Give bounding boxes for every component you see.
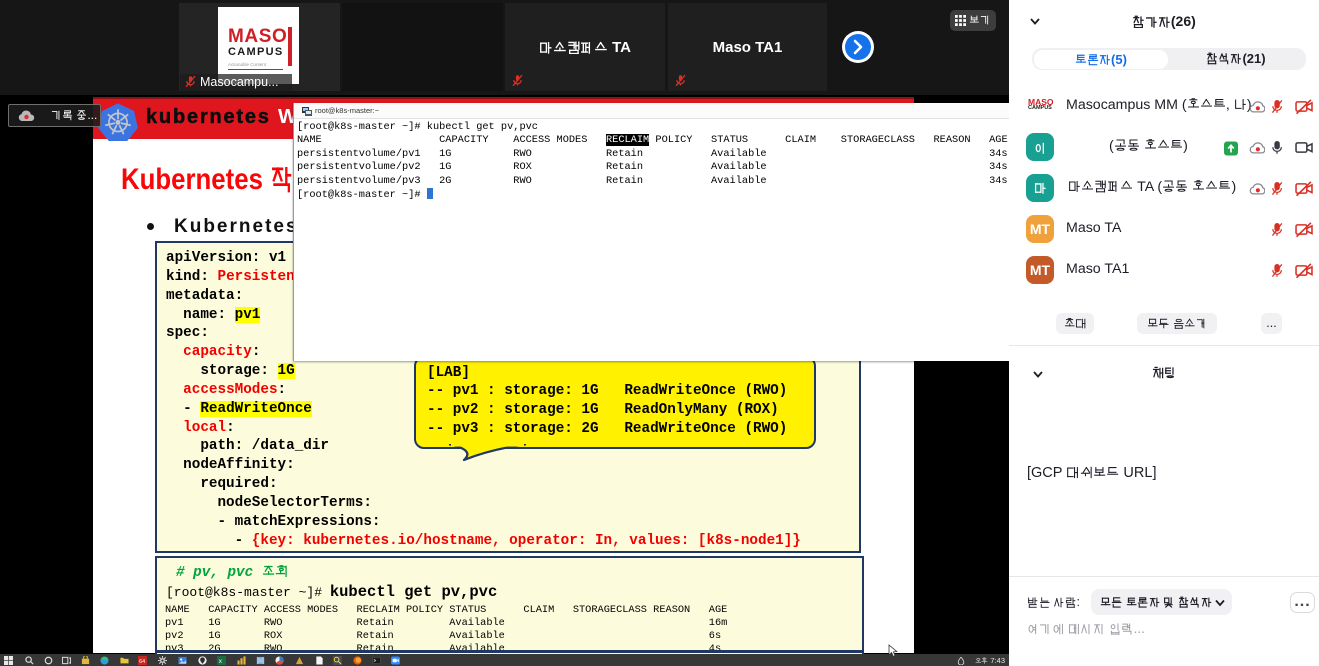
svg-text:64: 64 (139, 658, 145, 664)
